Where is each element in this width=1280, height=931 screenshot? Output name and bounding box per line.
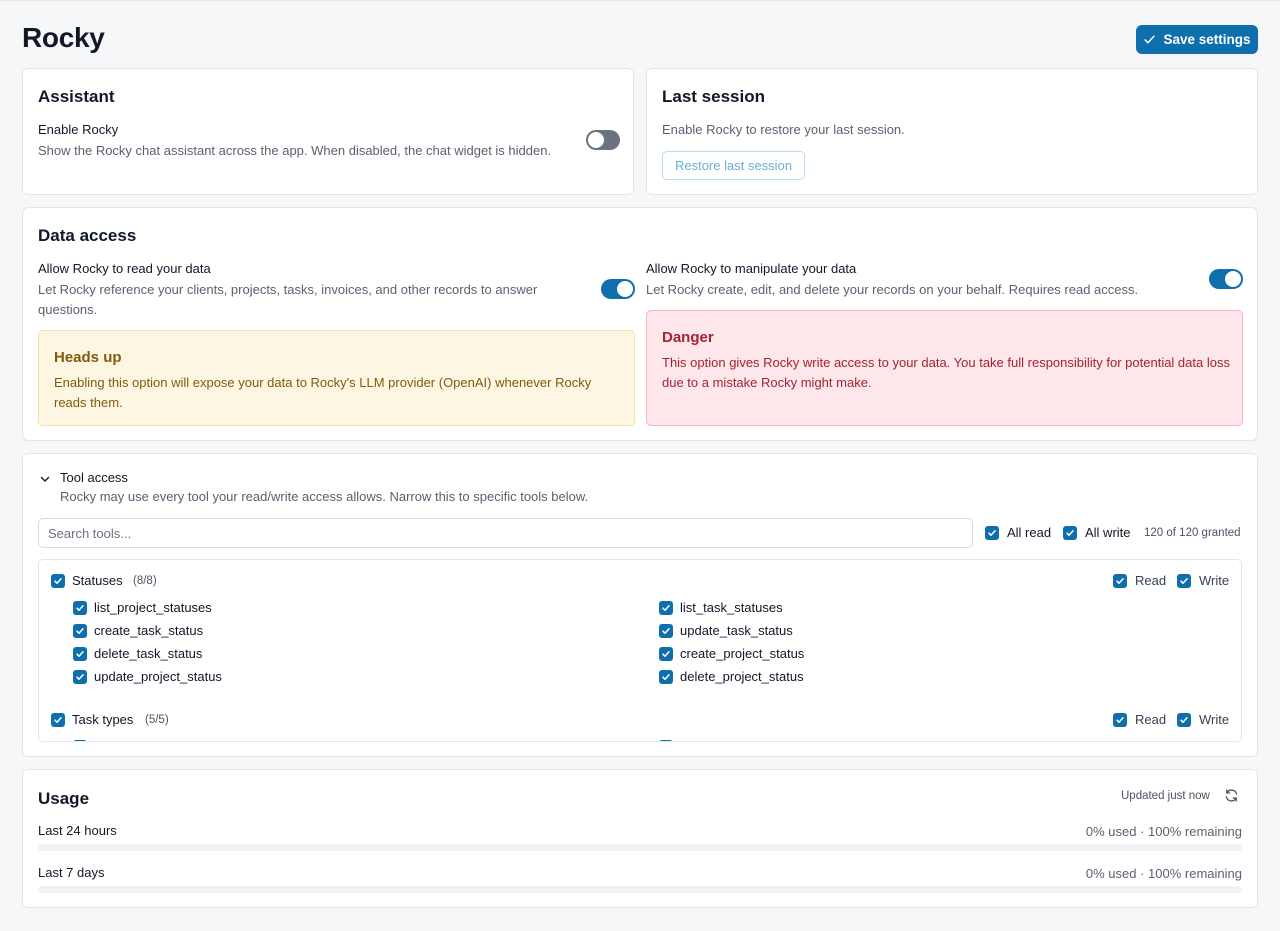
read-data-description: Let Rocky reference your clients, projec… <box>38 282 538 317</box>
assistant-title: Assistant <box>38 87 115 106</box>
all-write-label: All write <box>1085 525 1131 540</box>
group-read-checkbox-task-types[interactable] <box>1113 713 1127 727</box>
check-icon <box>1144 35 1156 44</box>
tool-checkbox[interactable] <box>659 740 673 741</box>
group-write-checkbox-task-types[interactable] <box>1177 713 1191 727</box>
enable-rocky-label: Enable Rocky <box>38 122 119 137</box>
data-access-title: Data access <box>38 226 137 245</box>
data-access-card: Data access Allow Rocky to read your dat… <box>22 207 1258 441</box>
tool-checkbox[interactable] <box>73 647 87 661</box>
enable-rocky-toggle[interactable] <box>586 130 620 150</box>
tool-name: create_task_status <box>94 623 204 638</box>
tool-checkbox[interactable] <box>73 624 87 638</box>
last-session-title: Last session <box>662 87 765 106</box>
group-count-statuses: (8/8) <box>133 575 157 587</box>
save-settings-label: Save settings <box>1163 32 1251 47</box>
last-session-card: Last session Enable Rocky to restore you… <box>646 68 1258 195</box>
tool-name: update_task_status <box>680 623 793 638</box>
tool-name: create_project_status <box>680 646 805 661</box>
page-title: Rocky <box>22 22 105 53</box>
last-session-description: Enable Rocky to restore your last sessio… <box>662 122 905 137</box>
danger-title: Danger <box>662 329 714 346</box>
usage-7d-value: 0% used · 100% remaining <box>1085 866 1242 881</box>
all-write-checkbox[interactable] <box>1063 526 1077 540</box>
all-read-label: All read <box>1007 525 1052 540</box>
usage-24h-value: 0% used · 100% remaining <box>1085 824 1242 839</box>
heads-up-title: Heads up <box>54 349 122 366</box>
tool-access-title[interactable]: Tool access <box>60 470 128 485</box>
read-data-label: Allow Rocky to read your data <box>38 261 211 276</box>
all-read-checkbox[interactable] <box>985 526 999 540</box>
usage-card: Usage Updated just now Last 24 hours 0% … <box>22 769 1258 908</box>
group-name-task-types: Task types <box>72 712 134 727</box>
group-read-label: Read <box>1135 712 1167 727</box>
tool-checkbox[interactable] <box>73 601 87 615</box>
usage-7d-progress <box>38 886 1242 893</box>
tool-checkbox[interactable] <box>659 647 673 661</box>
manipulate-data-description: Let Rocky create, edit, and delete your … <box>646 282 1139 297</box>
restore-last-session-button[interactable]: Restore last session <box>662 151 805 180</box>
heads-up-text: Enabling this option will expose your da… <box>54 375 592 410</box>
tool-name: update_project_status <box>94 669 222 684</box>
read-data-toggle[interactable] <box>601 279 635 299</box>
tool-checkbox[interactable] <box>659 624 673 638</box>
usage-7d-label: Last 7 days <box>38 865 105 880</box>
group-write-label: Write <box>1199 573 1230 588</box>
tool-checkbox[interactable] <box>659 601 673 615</box>
tool-checkbox[interactable] <box>659 670 673 684</box>
usage-24h-label: Last 24 hours <box>38 823 117 838</box>
group-checkbox-task-types[interactable] <box>51 713 65 727</box>
group-read-checkbox-statuses[interactable] <box>1113 574 1127 588</box>
tool-checkbox[interactable] <box>73 740 87 741</box>
usage-updated-text: Updated just now <box>1121 790 1210 802</box>
save-settings-button[interactable]: Save settings <box>1136 25 1258 54</box>
tool-name: list_task_statuses <box>680 600 783 615</box>
usage-title: Usage <box>38 789 90 808</box>
tool-checkbox[interactable] <box>73 670 87 684</box>
group-read-label: Read <box>1135 573 1167 588</box>
group-write-label: Write <box>1199 712 1230 727</box>
tool-name: list_project_statuses <box>94 600 212 615</box>
assistant-card: Assistant Enable Rocky Show the Rocky ch… <box>22 68 634 195</box>
group-name-statuses: Statuses <box>72 573 123 588</box>
group-checkbox-statuses[interactable] <box>51 574 65 588</box>
chevron-down-icon[interactable] <box>40 474 50 484</box>
granted-count: 120 of 120 granted <box>1144 527 1241 539</box>
enable-rocky-description: Show the Rocky chat assistant across the… <box>38 143 552 158</box>
tool-name: delete_task_status <box>94 646 203 661</box>
tool-name: delete_project_status <box>680 669 804 684</box>
refresh-icon[interactable] <box>1224 788 1239 803</box>
tool-access-description: Rocky may use every tool your read/write… <box>60 489 589 504</box>
danger-text: This option gives Rocky write access to … <box>662 355 1230 390</box>
heads-up-alert: Heads up Enabling this option will expos… <box>38 330 635 426</box>
usage-24h-progress <box>38 844 1242 851</box>
manipulate-data-label: Allow Rocky to manipulate your data <box>646 261 857 276</box>
manipulate-data-toggle[interactable] <box>1209 269 1243 289</box>
danger-alert: Danger This option gives Rocky write acc… <box>646 310 1243 426</box>
top-divider <box>0 0 1280 1</box>
group-count-task-types: (5/5) <box>145 714 169 726</box>
group-write-checkbox-statuses[interactable] <box>1177 574 1191 588</box>
search-tools-input[interactable] <box>38 518 973 548</box>
tools-list[interactable]: Statuses (8/8) Read Write list_project_s… <box>38 559 1242 742</box>
